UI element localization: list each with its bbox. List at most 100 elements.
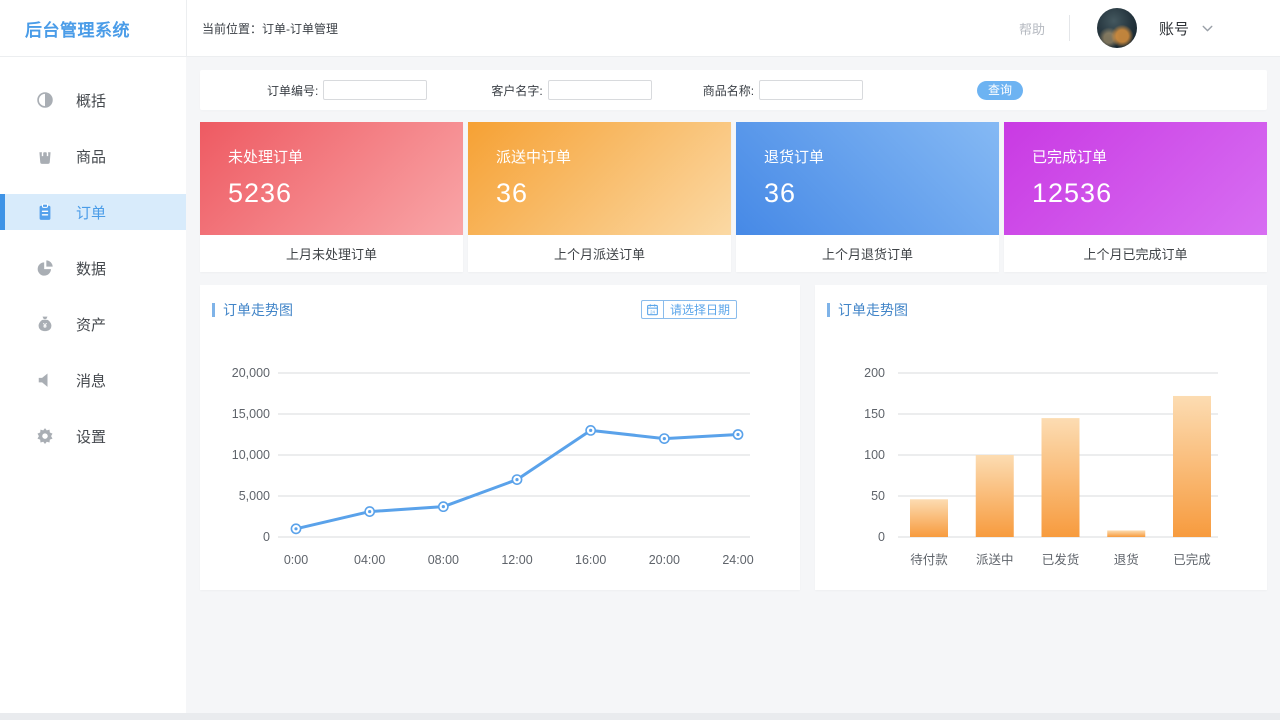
stat-card-pending-orders: 未处理订单 5236 上月未处理订单	[200, 122, 463, 272]
sidebar-item-label: 订单	[76, 202, 106, 223]
sidebar-item-messages[interactable]: 消息	[0, 362, 186, 398]
admin-dashboard: 后台管理系统 当前位置：订单-订单管理 帮助 账号 概括	[0, 0, 1280, 720]
stat-card-returned-orders: 退货订单 36 上个月退货订单	[736, 122, 999, 272]
search-group-product-name: 商品名称:	[703, 80, 863, 100]
customer-name-input[interactable]	[548, 80, 652, 100]
sidebar-item-assets[interactable]: ¥ 资产	[0, 306, 186, 342]
stat-card-top: 已完成订单 12536	[1004, 122, 1267, 235]
sidebar-item-label: 数据	[76, 258, 106, 279]
svg-text:退货: 退货	[1114, 552, 1139, 567]
pie-chart-icon	[35, 258, 55, 278]
search-group-order-number: 订单编号:	[267, 80, 427, 100]
sidebar-item-label: 资产	[76, 314, 106, 335]
stat-cards-row: 未处理订单 5236 上月未处理订单 派送中订单 36 上个月派送订单 退货订单	[200, 122, 1267, 272]
sidebar-item-label: 消息	[76, 370, 106, 391]
order-status-bar-panel: 订单走势图 050100150200待付款派送中已发货退货已完成	[815, 285, 1267, 590]
main-area: 概括 商品 订单 数据 ¥	[0, 57, 1280, 713]
stat-card-value: 36	[764, 178, 999, 209]
app-logo: 后台管理系统	[25, 16, 186, 41]
breadcrumb: 当前位置：订单-订单管理	[202, 20, 338, 37]
svg-text:¥: ¥	[43, 322, 47, 330]
svg-text:50: 50	[871, 489, 885, 503]
order-trend-line-chart: 0 5,000 10,000 15,000 20,000 0:00 04:00 08:00 12…	[200, 285, 800, 590]
panel-header: 订单走势图	[212, 300, 293, 320]
contrast-icon	[35, 90, 55, 110]
date-picker[interactable]: 24 请选择日期	[641, 300, 737, 319]
stat-card-footer: 上个月已完成订单	[1004, 235, 1267, 272]
svg-text:100: 100	[864, 448, 885, 462]
sidebar-item-settings[interactable]: 设置	[0, 418, 186, 454]
stat-card-title: 未处理订单	[228, 146, 463, 167]
title-accent-bar	[827, 303, 830, 317]
gear-icon	[35, 426, 55, 446]
svg-text:15,000: 15,000	[232, 407, 270, 421]
search-group-customer-name: 客户名字:	[491, 80, 651, 100]
logo-area: 后台管理系统	[0, 16, 186, 41]
sidebar: 概括 商品 订单 数据 ¥	[0, 57, 186, 713]
content-area: 订单编号: 客户名字: 商品名称: 查询 未处理订单 5	[186, 57, 1280, 713]
order-number-input[interactable]	[323, 80, 427, 100]
svg-text:150: 150	[864, 407, 885, 421]
stat-card-value: 12536	[1032, 178, 1267, 209]
panel-title: 订单走势图	[223, 300, 293, 320]
sidebar-item-label: 设置	[76, 426, 106, 447]
sidebar-item-data[interactable]: 数据	[0, 250, 186, 286]
topbar-actions: 帮助 账号	[1019, 8, 1280, 48]
stat-card-title: 退货订单	[764, 146, 999, 167]
shopping-bag-icon	[35, 146, 55, 166]
product-name-input[interactable]	[759, 80, 863, 100]
customer-name-label: 客户名字:	[491, 82, 542, 99]
stat-card-top: 退货订单 36	[736, 122, 999, 235]
svg-text:0: 0	[263, 530, 270, 544]
svg-text:24:00: 24:00	[722, 553, 753, 567]
svg-text:20,000: 20,000	[232, 366, 270, 380]
speaker-icon	[35, 370, 55, 390]
header-divider	[1069, 15, 1070, 41]
breadcrumb-area: 当前位置：订单-订单管理	[186, 0, 1019, 57]
product-name-label: 商品名称:	[703, 82, 754, 99]
svg-text:0: 0	[878, 530, 885, 544]
sidebar-item-overview[interactable]: 概括	[0, 82, 186, 118]
query-button[interactable]: 查询	[977, 81, 1023, 100]
svg-text:24: 24	[650, 309, 655, 314]
stat-card-top: 派送中订单 36	[468, 122, 731, 235]
account-menu[interactable]: 账号	[1159, 18, 1189, 39]
sidebar-item-label: 商品	[76, 146, 106, 167]
calendar-icon: 24	[642, 301, 664, 318]
svg-text:5,000: 5,000	[239, 489, 270, 503]
panel-header: 订单走势图	[827, 300, 908, 320]
stat-card-title: 已完成订单	[1032, 146, 1267, 167]
order-number-label: 订单编号:	[267, 82, 318, 99]
date-picker-label: 请选择日期	[664, 301, 736, 318]
order-search-bar: 订单编号: 客户名字: 商品名称: 查询	[200, 70, 1267, 110]
stat-card-delivering-orders: 派送中订单 36 上个月派送订单	[468, 122, 731, 272]
svg-text:10,000: 10,000	[232, 448, 270, 462]
stat-card-completed-orders: 已完成订单 12536 上个月已完成订单	[1004, 122, 1267, 272]
svg-text:0:00: 0:00	[284, 553, 308, 567]
order-status-bar-chart: 050100150200待付款派送中已发货退货已完成	[815, 285, 1267, 590]
title-accent-bar	[212, 303, 215, 317]
svg-text:12:00: 12:00	[501, 553, 532, 567]
stat-card-footer: 上个月派送订单	[468, 235, 731, 272]
stat-card-title: 派送中订单	[496, 146, 731, 167]
stat-card-value: 5236	[228, 178, 463, 209]
help-link[interactable]: 帮助	[1019, 19, 1045, 38]
chevron-down-icon[interactable]	[1199, 20, 1216, 37]
clipboard-icon	[35, 202, 55, 222]
svg-text:200: 200	[864, 366, 885, 380]
svg-text:已发货: 已发货	[1042, 552, 1080, 567]
svg-text:04:00: 04:00	[354, 553, 385, 567]
svg-text:08:00: 08:00	[428, 553, 459, 567]
svg-text:16:00: 16:00	[575, 553, 606, 567]
user-avatar[interactable]	[1097, 8, 1137, 48]
stat-card-top: 未处理订单 5236	[200, 122, 463, 235]
svg-text:20:00: 20:00	[649, 553, 680, 567]
svg-text:派送中: 派送中	[976, 552, 1014, 567]
sidebar-item-products[interactable]: 商品	[0, 138, 186, 174]
svg-text:待付款: 待付款	[910, 553, 948, 567]
money-bag-icon: ¥	[35, 314, 55, 334]
charts-row: 订单走势图 24 请选择日期 05,00010,00015,00020,0000…	[200, 285, 1267, 590]
order-trend-line-panel: 订单走势图 24 请选择日期 05,00010,00015,00020,0000…	[200, 285, 800, 590]
sidebar-item-orders[interactable]: 订单	[0, 194, 186, 230]
stat-card-value: 36	[496, 178, 731, 209]
